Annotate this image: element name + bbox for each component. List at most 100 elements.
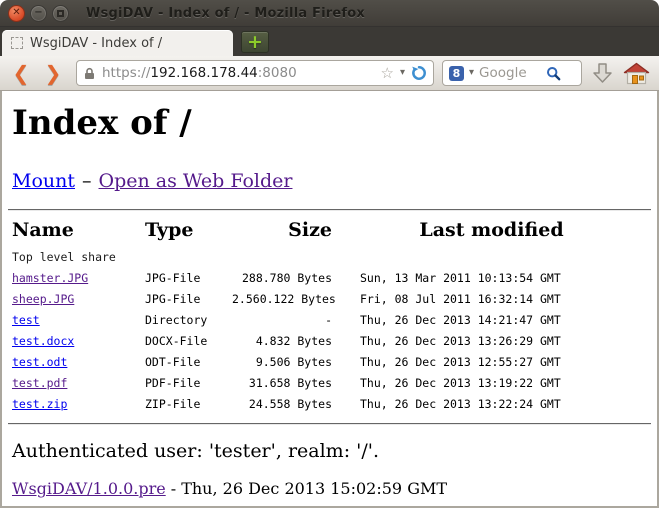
table-row: test.zip ZIP-File 24.558 Bytes Thu, 26 D… xyxy=(12,394,651,415)
downloads-button[interactable] xyxy=(591,61,614,86)
file-size: 31.658 Bytes xyxy=(232,373,332,394)
close-icon: ✕ xyxy=(12,8,20,18)
home-button[interactable] xyxy=(623,62,650,85)
table-header-row: Name Type Size Last modified xyxy=(12,217,651,247)
tab-label: WsgiDAV - Index of / xyxy=(30,36,162,51)
table-row: test.docx DOCX-File 4.832 Bytes Thu, 26 … xyxy=(12,331,651,352)
auth-status: Authenticated user: 'tester', realm: '/'… xyxy=(12,440,647,462)
file-type: PDF-File xyxy=(145,373,232,394)
generated-timestamp: - Thu, 26 Dec 2013 15:02:59 GMT xyxy=(171,479,447,498)
footer-version: WsgiDAV/1.0.0.pre - Thu, 26 Dec 2013 15:0… xyxy=(12,479,647,498)
window-minimize-button[interactable]: − xyxy=(30,5,47,22)
file-table: Name Type Size Last modified Top level s… xyxy=(12,217,651,415)
page-title: Index of / xyxy=(12,105,647,142)
default-favicon-icon xyxy=(11,37,23,49)
file-size: 9.506 Bytes xyxy=(232,352,332,373)
file-link[interactable]: test.zip xyxy=(12,397,67,411)
reload-button[interactable] xyxy=(411,65,427,81)
lock-icon xyxy=(83,67,96,80)
navigation-toolbar: ❮ ❯ https://192.168.178.44:8080 ☆ ▾ xyxy=(0,56,659,91)
file-link[interactable]: test xyxy=(12,313,40,327)
divider-top xyxy=(8,209,651,211)
file-modified: Sun, 13 Mar 2011 10:13:54 GMT xyxy=(332,268,651,289)
share-label-row: Top level share xyxy=(12,247,651,268)
wsgidav-version-link[interactable]: WsgiDAV/1.0.0.pre xyxy=(12,479,166,498)
url-host: 192.168.178.44 xyxy=(150,65,257,81)
star-icon: ☆ xyxy=(381,64,394,82)
header-name: Name xyxy=(12,217,145,247)
file-link[interactable]: test.pdf xyxy=(12,376,67,390)
forward-button[interactable]: ❯ xyxy=(40,63,66,83)
search-box[interactable]: 8 ▾ xyxy=(442,60,582,86)
search-go-button[interactable] xyxy=(546,66,561,81)
table-row: hamster.JPG JPG-File 288.780 Bytes Sun, … xyxy=(12,268,651,289)
table-row: test.pdf PDF-File 31.658 Bytes Thu, 26 D… xyxy=(12,373,651,394)
window-title: WsgiDAV - Index of / - Mozilla Firefox xyxy=(86,6,365,21)
plus-icon: + xyxy=(247,33,263,52)
file-link[interactable]: test.docx xyxy=(12,334,74,348)
tab-wsgidav[interactable]: WsgiDAV - Index of / xyxy=(2,30,233,56)
download-arrow-icon xyxy=(591,61,614,86)
table-row: test.odt ODT-File 9.506 Bytes Thu, 26 De… xyxy=(12,352,651,373)
file-size: 2.560.122 Bytes xyxy=(232,289,332,310)
chevron-down-icon: ▾ xyxy=(400,67,405,78)
link-separator: – xyxy=(82,170,92,192)
browser-window: ✕ − WsgiDAV - Index of / - Mozilla Firef… xyxy=(0,0,659,508)
page-nav-links: Mount–Open as Web Folder xyxy=(12,170,647,192)
minimize-icon: − xyxy=(34,8,42,18)
mount-link[interactable]: Mount xyxy=(12,170,75,192)
file-link[interactable]: sheep.JPG xyxy=(12,292,74,306)
url-dropdown-button[interactable]: ▾ xyxy=(400,68,405,78)
url-port: :8080 xyxy=(258,65,297,81)
back-button[interactable]: ❮ xyxy=(8,63,34,83)
home-icon xyxy=(623,62,650,85)
new-tab-button[interactable]: + xyxy=(241,31,269,53)
url-text: https://192.168.178.44:8080 xyxy=(102,65,297,81)
header-modified: Last modified xyxy=(332,217,651,247)
file-type: ODT-File xyxy=(145,352,232,373)
reload-icon xyxy=(411,65,427,81)
file-modified: Thu, 26 Dec 2013 13:26:29 GMT xyxy=(332,331,651,352)
file-modified: Fri, 08 Jul 2011 16:32:14 GMT xyxy=(332,289,651,310)
tab-bar: WsgiDAV - Index of / + xyxy=(0,27,659,56)
header-size: Size xyxy=(232,217,332,247)
maximize-icon xyxy=(57,10,64,17)
file-link[interactable]: test.odt xyxy=(12,355,67,369)
table-row: test Directory - Thu, 26 Dec 2013 14:21:… xyxy=(12,310,651,331)
file-type: JPG-File xyxy=(145,268,232,289)
titlebar: ✕ − WsgiDAV - Index of / - Mozilla Firef… xyxy=(0,0,659,27)
file-modified: Thu, 26 Dec 2013 13:22:24 GMT xyxy=(332,394,651,415)
bookmark-star-button[interactable]: ☆ xyxy=(381,66,394,81)
share-label: Top level share xyxy=(12,247,651,268)
google-engine-icon: 8 xyxy=(449,66,464,81)
google-glyph: 8 xyxy=(453,67,461,80)
table-row: sheep.JPG JPG-File 2.560.122 Bytes Fri, … xyxy=(12,289,651,310)
file-type: Directory xyxy=(145,310,232,331)
search-engine-dropdown[interactable]: ▾ xyxy=(469,68,474,78)
divider-bottom xyxy=(8,423,651,425)
window-close-button[interactable]: ✕ xyxy=(8,5,25,22)
file-type: JPG-File xyxy=(145,289,232,310)
file-size: 288.780 Bytes xyxy=(232,268,332,289)
file-type: ZIP-File xyxy=(145,394,232,415)
file-type: DOCX-File xyxy=(145,331,232,352)
magnifier-icon xyxy=(546,66,561,81)
url-bar[interactable]: https://192.168.178.44:8080 ☆ ▾ xyxy=(76,60,434,86)
file-size: - xyxy=(232,310,332,331)
forward-arrow-icon: ❯ xyxy=(45,61,62,85)
file-modified: Thu, 26 Dec 2013 13:19:22 GMT xyxy=(332,373,651,394)
file-size: 4.832 Bytes xyxy=(232,331,332,352)
header-type: Type xyxy=(145,217,232,247)
page-content: Index of / Mount–Open as Web Folder Name… xyxy=(0,91,659,508)
file-size: 24.558 Bytes xyxy=(232,394,332,415)
search-input[interactable] xyxy=(479,65,541,81)
back-arrow-icon: ❮ xyxy=(13,61,30,85)
file-modified: Thu, 26 Dec 2013 12:55:27 GMT xyxy=(332,352,651,373)
file-table-body: Top level share hamster.JPG JPG-File 288… xyxy=(12,247,651,415)
file-link[interactable]: hamster.JPG xyxy=(12,271,88,285)
chevron-down-icon: ▾ xyxy=(469,67,474,78)
open-webfolder-link[interactable]: Open as Web Folder xyxy=(99,170,293,192)
file-modified: Thu, 26 Dec 2013 14:21:47 GMT xyxy=(332,310,651,331)
window-maximize-button[interactable] xyxy=(52,5,69,22)
url-scheme: https:// xyxy=(102,65,150,81)
